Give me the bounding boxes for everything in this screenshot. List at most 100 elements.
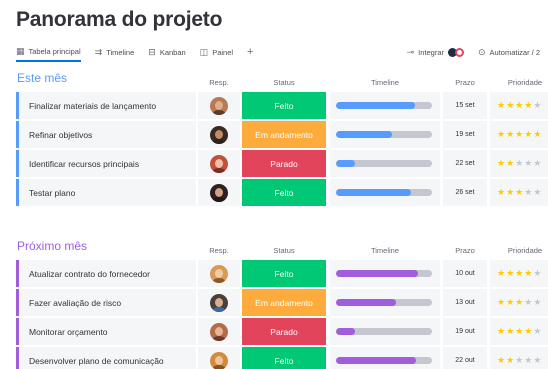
star-icon[interactable]: ★	[524, 130, 532, 139]
star-icon[interactable]: ★	[533, 269, 541, 278]
automatizar-button[interactable]: ⊙ Automatizar / 2	[478, 47, 540, 57]
group-title[interactable]: Próximo mês	[17, 239, 87, 253]
item-name[interactable]: Atualizar contrato do fornecedor	[16, 260, 196, 287]
due-date[interactable]: 22 out	[443, 347, 487, 369]
star-icon[interactable]: ★	[515, 269, 523, 278]
avatar[interactable]	[210, 183, 228, 202]
due-date[interactable]: 15 set	[443, 92, 487, 119]
timeline-cell[interactable]	[330, 121, 440, 148]
status-badge[interactable]: Feito	[242, 179, 326, 206]
star-icon[interactable]: ★	[515, 356, 523, 365]
due-date[interactable]: 19 set	[443, 121, 487, 148]
star-icon[interactable]: ★	[497, 101, 505, 110]
tab-kanban[interactable]: ⊟ Kanban	[148, 42, 185, 62]
star-icon[interactable]: ★	[497, 130, 505, 139]
star-icon[interactable]: ★	[506, 159, 514, 168]
column-header-prazo[interactable]: Prazo	[443, 78, 487, 87]
star-icon[interactable]: ★	[497, 327, 505, 336]
item-name[interactable]: Refinar objetivos	[16, 121, 196, 148]
resp-cell[interactable]	[198, 260, 240, 287]
star-icon[interactable]: ★	[524, 327, 532, 336]
resp-cell[interactable]	[198, 318, 240, 345]
star-icon[interactable]: ★	[533, 356, 541, 365]
integrar-button[interactable]: ⊸ Integrar	[407, 47, 464, 57]
column-header-timeline[interactable]: Timeline	[330, 246, 440, 255]
avatar[interactable]	[210, 322, 228, 341]
star-icon[interactable]: ★	[533, 298, 541, 307]
star-icon[interactable]: ★	[524, 356, 532, 365]
avatar[interactable]	[210, 264, 228, 283]
status-badge[interactable]: Em andamento	[242, 121, 326, 148]
due-date[interactable]: 19 out	[443, 318, 487, 345]
star-icon[interactable]: ★	[524, 188, 532, 197]
star-icon[interactable]: ★	[533, 327, 541, 336]
item-name[interactable]: Finalizar materiais de lançamento	[16, 92, 196, 119]
avatar[interactable]	[210, 293, 228, 312]
item-name[interactable]: Monitorar orçamento	[16, 318, 196, 345]
column-header-status[interactable]: Status	[242, 78, 326, 87]
status-badge[interactable]: Feito	[242, 260, 326, 287]
add-view-button[interactable]: +	[247, 42, 253, 62]
tab-tabela-principal[interactable]: ▦ Tabela principal	[16, 42, 81, 62]
resp-cell[interactable]	[198, 347, 240, 369]
table-row[interactable]: Atualizar contrato do fornecedor Feito 10 …	[16, 260, 548, 288]
star-icon[interactable]: ★	[533, 101, 541, 110]
timeline-cell[interactable]	[330, 318, 440, 345]
star-icon[interactable]: ★	[524, 298, 532, 307]
avatar[interactable]	[210, 351, 228, 369]
star-icon[interactable]: ★	[497, 356, 505, 365]
star-icon[interactable]: ★	[506, 356, 514, 365]
priority-rating[interactable]: ★ ★ ★ ★ ★	[490, 92, 548, 119]
star-icon[interactable]: ★	[506, 327, 514, 336]
star-icon[interactable]: ★	[533, 188, 541, 197]
table-row[interactable]: Fazer avaliação de risco Em andamento 13 o…	[16, 289, 548, 317]
star-icon[interactable]: ★	[524, 101, 532, 110]
table-row[interactable]: Testar plano Feito 26 set ★ ★ ★ ★ ★	[16, 179, 548, 207]
star-icon[interactable]: ★	[497, 298, 505, 307]
status-badge[interactable]: Feito	[242, 347, 326, 369]
resp-cell[interactable]	[198, 289, 240, 316]
due-date[interactable]: 13 out	[443, 289, 487, 316]
item-name[interactable]: Identificar recursos principais	[16, 150, 196, 177]
priority-rating[interactable]: ★ ★ ★ ★ ★	[490, 260, 548, 287]
star-icon[interactable]: ★	[506, 269, 514, 278]
star-icon[interactable]: ★	[533, 130, 541, 139]
timeline-cell[interactable]	[330, 179, 440, 206]
status-badge[interactable]: Parado	[242, 150, 326, 177]
priority-rating[interactable]: ★ ★ ★ ★ ★	[490, 150, 548, 177]
table-row[interactable]: Finalizar materiais de lançamento Feito 15…	[16, 92, 548, 120]
table-row[interactable]: Identificar recursos principais Parado 22 …	[16, 150, 548, 178]
column-header-resp[interactable]: Resp.	[198, 246, 240, 255]
due-date[interactable]: 26 set	[443, 179, 487, 206]
column-header-prioridade[interactable]: Prioridade	[490, 246, 548, 255]
tab-painel[interactable]: ◫ Painel	[200, 42, 233, 62]
star-icon[interactable]: ★	[515, 101, 523, 110]
item-name[interactable]: Desenvolver plano de comunicação	[16, 347, 196, 369]
avatar[interactable]	[210, 96, 228, 115]
column-header-status[interactable]: Status	[242, 246, 326, 255]
item-name[interactable]: Fazer avaliação de risco	[16, 289, 196, 316]
star-icon[interactable]: ★	[515, 188, 523, 197]
timeline-cell[interactable]	[330, 260, 440, 287]
resp-cell[interactable]	[198, 179, 240, 206]
column-header-timeline[interactable]: Timeline	[330, 78, 440, 87]
timeline-cell[interactable]	[330, 150, 440, 177]
resp-cell[interactable]	[198, 121, 240, 148]
due-date[interactable]: 10 out	[443, 260, 487, 287]
star-icon[interactable]: ★	[515, 327, 523, 336]
resp-cell[interactable]	[198, 150, 240, 177]
star-icon[interactable]: ★	[524, 269, 532, 278]
avatar[interactable]	[210, 154, 228, 173]
star-icon[interactable]: ★	[524, 159, 532, 168]
table-row[interactable]: Monitorar orçamento Parado 19 out ★ ★ ★ ★ ★	[16, 318, 548, 346]
priority-rating[interactable]: ★ ★ ★ ★ ★	[490, 347, 548, 369]
priority-rating[interactable]: ★ ★ ★ ★ ★	[490, 179, 548, 206]
table-row[interactable]: Desenvolver plano de comunicação Feito 22 …	[16, 347, 548, 369]
star-icon[interactable]: ★	[515, 130, 523, 139]
column-header-resp[interactable]: Resp.	[198, 78, 240, 87]
timeline-cell[interactable]	[330, 289, 440, 316]
status-badge[interactable]: Feito	[242, 92, 326, 119]
star-icon[interactable]: ★	[506, 101, 514, 110]
priority-rating[interactable]: ★ ★ ★ ★ ★	[490, 289, 548, 316]
star-icon[interactable]: ★	[533, 159, 541, 168]
